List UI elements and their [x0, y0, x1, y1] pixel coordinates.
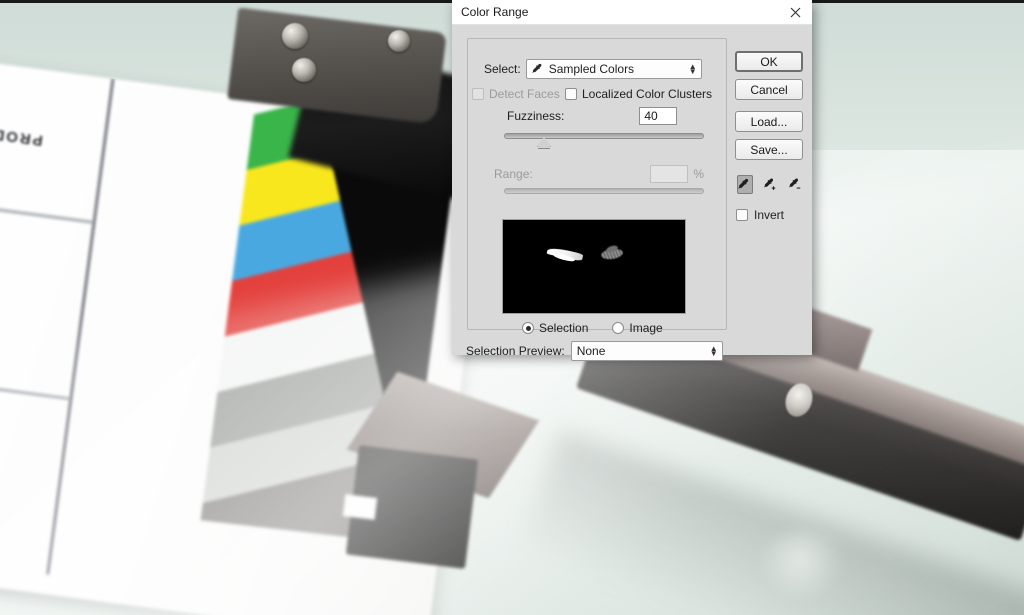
- range-slider: [504, 188, 704, 194]
- close-icon[interactable]: [786, 3, 804, 21]
- selection-preview-label: Selection Preview:: [466, 344, 565, 358]
- radio-selection-label: Selection: [539, 321, 589, 335]
- fuzziness-label: Fuzziness:: [507, 109, 565, 123]
- radio-image-dot: [612, 322, 625, 334]
- dialog-body: Select: Sampled Colors ▲ ▼ Detect Faces …: [452, 25, 812, 361]
- photo-highlight: [760, 530, 850, 596]
- select-dropdown[interactable]: Sampled Colors ▲ ▼: [525, 59, 702, 79]
- range-label: Range:: [494, 167, 533, 181]
- color-range-dialog: Color Range Select: Sampled Colors ▲ ▼ D…: [452, 0, 812, 361]
- detect-faces-box: [472, 88, 484, 100]
- selection-preview-value: None: [576, 344, 606, 358]
- cancel-button[interactable]: Cancel: [735, 79, 803, 100]
- load-button[interactable]: Load...: [735, 111, 803, 132]
- slate-row-line-1: [0, 190, 94, 223]
- select-row: Select: Sampled Colors ▲ ▼: [482, 59, 704, 79]
- radio-image-label: Image: [629, 321, 663, 335]
- localized-color-clusters-box: [565, 88, 577, 100]
- selection-preview-row: Selection Preview: None ▲ ▼: [466, 341, 723, 361]
- eyedropper-add-icon-tool[interactable]: [762, 175, 778, 194]
- dialog-title: Color Range: [461, 5, 529, 19]
- fuzziness-input[interactable]: 40: [639, 107, 678, 125]
- screen: ROLL PROD SCENE TAKE: [0, 0, 1024, 615]
- detect-faces-checkbox[interactable]: Detect Faces: [472, 87, 560, 101]
- detect-faces-label: Detect Faces: [489, 87, 560, 101]
- invert-box: [736, 209, 748, 221]
- chevron-updown-icon-2: ▲ ▼: [709, 344, 718, 358]
- fuzziness-row: Fuzziness: 40: [507, 107, 678, 125]
- radio-selection-dot: [522, 322, 534, 334]
- save-button[interactable]: Save...: [735, 139, 803, 160]
- invert-checkbox[interactable]: Invert: [736, 208, 803, 222]
- eyedropper-icon: [532, 63, 545, 76]
- hinge-rivet-1: [282, 23, 308, 49]
- eyedropper-tool-group: [737, 175, 803, 194]
- range-unit-label: %: [693, 167, 704, 181]
- fuzziness-slider[interactable]: [504, 133, 704, 139]
- slate-label-prod: PROD: [0, 125, 44, 149]
- radio-image[interactable]: Image: [612, 321, 663, 335]
- localized-color-clusters-label: Localized Color Clusters: [582, 87, 713, 101]
- chevron-updown-icon: ▲ ▼: [688, 62, 697, 76]
- selection-preview-dropdown[interactable]: None ▲ ▼: [570, 341, 723, 361]
- eyedropper-subtract-icon-tool[interactable]: [787, 175, 803, 194]
- localized-color-clusters-checkbox[interactable]: Localized Color Clusters: [565, 87, 712, 101]
- hinge-rivet-3: [388, 30, 410, 52]
- invert-label: Invert: [754, 208, 785, 222]
- selection-preview-thumbnail[interactable]: [502, 219, 686, 314]
- range-row: Range: %: [494, 165, 704, 183]
- range-input: [650, 165, 689, 183]
- select-label: Select:: [484, 62, 521, 76]
- eyedropper-icon-tool[interactable]: [737, 175, 753, 194]
- select-dropdown-value: Sampled Colors: [548, 62, 635, 76]
- dialog-titlebar: Color Range: [452, 0, 812, 25]
- preview-mode-radios: Selection Image: [522, 321, 663, 335]
- radio-selection[interactable]: Selection: [522, 321, 588, 335]
- ok-button[interactable]: OK: [735, 51, 803, 72]
- dialog-button-column: OK Cancel Load... Save... Invert: [735, 51, 803, 222]
- hinge-rivet-2: [292, 58, 316, 82]
- fuzziness-slider-handle[interactable]: [537, 137, 551, 148]
